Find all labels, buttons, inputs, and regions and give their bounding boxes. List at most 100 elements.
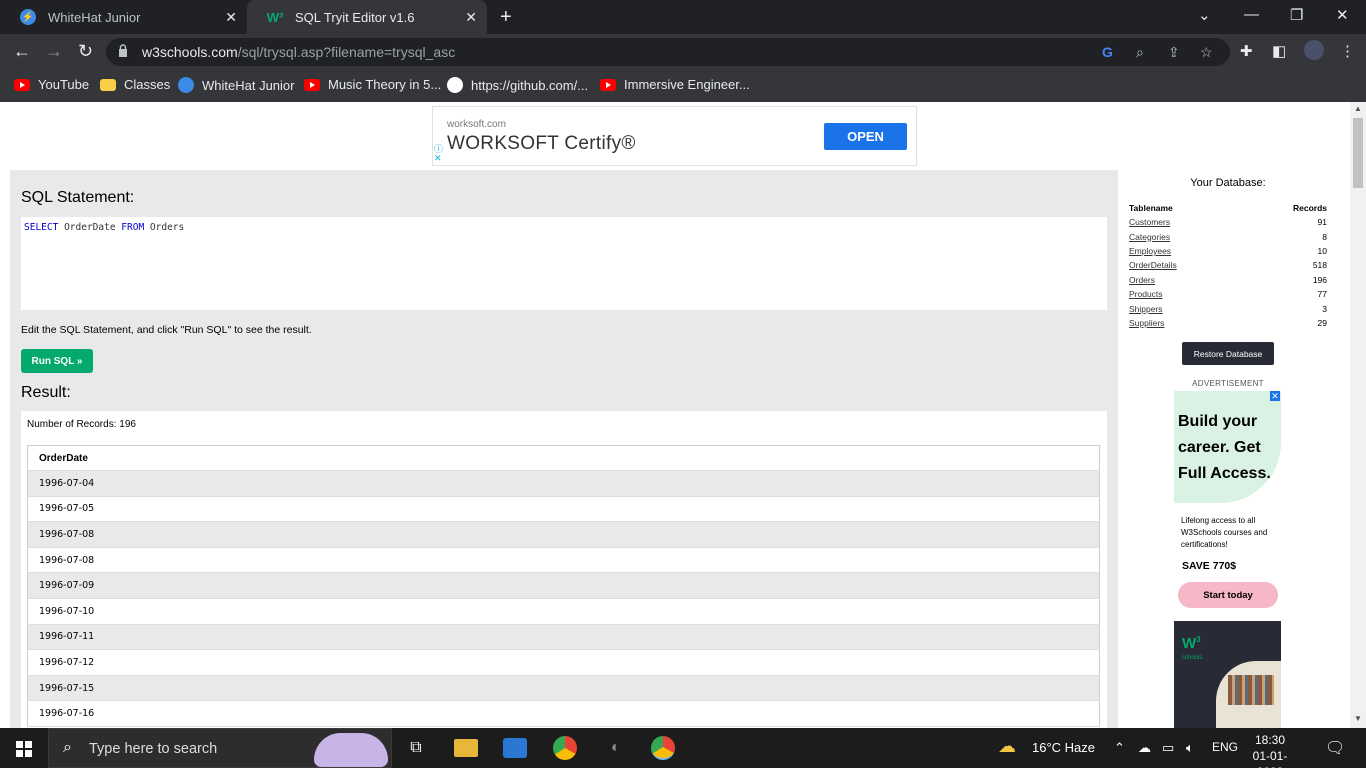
tray-chevron-icon[interactable]: ⌃ (1114, 740, 1125, 756)
task-view-icon[interactable]: ⧉ (404, 736, 428, 760)
table-link-orderdetails[interactable]: OrderDetails (1129, 260, 1177, 270)
restore-icon[interactable]: ❐ (1290, 6, 1303, 24)
menu-icon[interactable]: ⋮ (1340, 42, 1355, 60)
bookmark-music-theory[interactable]: Music Theory in 5... (304, 77, 441, 92)
bookmark-classes[interactable]: Classes (100, 77, 170, 92)
windows-start-icon[interactable] (16, 741, 32, 757)
bookmark-whitehat[interactable]: WhiteHat Junior (178, 77, 294, 93)
onedrive-icon[interactable]: ☁ (1138, 740, 1151, 756)
order-date-cell: 1996-07-04 (27, 470, 1100, 497)
tablename-cell: Employees (1129, 244, 1245, 258)
adchoices-icon[interactable]: ⓘ ✕ (434, 145, 443, 163)
order-date-cell: 1996-07-08 (27, 521, 1100, 548)
database-title: Your Database: (1190, 177, 1266, 189)
table-row: 1996-07-11 (27, 624, 1100, 651)
search-highlight-image (314, 733, 388, 767)
order-date-cell: 1996-07-15 (27, 675, 1100, 702)
profile-avatar[interactable] (1304, 40, 1324, 60)
address-bar[interactable]: w3schools.com/sql/trysql.asp?filename=tr… (106, 38, 1230, 66)
bookmark-star-icon[interactable]: ☆ (1200, 44, 1213, 61)
weather-icon[interactable]: ☁ (998, 736, 1016, 757)
sql-keyword: FROM (121, 222, 145, 233)
sql-code-editor[interactable]: SELECT OrderDate FROM Orders (21, 217, 1107, 310)
system-clock[interactable]: 18:30 01-01-2023 (1240, 732, 1300, 768)
ad-open-button[interactable]: OPEN (824, 123, 907, 150)
side-advertisement[interactable]: ✕ Build your career. Get Full Access. Li… (1174, 391, 1281, 728)
reload-icon[interactable]: ↻ (78, 41, 93, 62)
close-tab-icon[interactable]: ✕ (465, 9, 477, 26)
scrollbar-thumb[interactable] (1353, 118, 1363, 188)
bookmark-immersive[interactable]: Immersive Engineer... (600, 77, 750, 92)
top-advertisement[interactable]: worksoft.com WORKSOFT Certify® OPEN ⓘ ✕ (432, 106, 917, 166)
scroll-up-icon[interactable]: ▲ (1354, 104, 1362, 113)
start-today-button[interactable]: Start today (1178, 582, 1278, 608)
table-link-orders[interactable]: Orders (1129, 275, 1155, 285)
table-link-products[interactable]: Products (1129, 289, 1163, 299)
database-row: Orders 196 (1129, 273, 1327, 287)
scroll-down-icon[interactable]: ▼ (1354, 714, 1362, 723)
minimize-icon[interactable]: — (1244, 6, 1259, 23)
order-date-cell: 1996-07-10 (27, 598, 1100, 625)
mouse-app-icon[interactable]: ◖ (602, 736, 626, 760)
table-link-categories[interactable]: Categories (1129, 232, 1170, 242)
ad-save-text: SAVE 770$ (1182, 560, 1237, 572)
database-rows: Customers 91 Categories 8 Employees 10 OrderDe… (1129, 215, 1327, 330)
zoom-icon[interactable]: ⌕ (1136, 44, 1144, 61)
clock-date: 01-01-2023 (1252, 749, 1288, 768)
ad-close-icon[interactable]: ✕ (1270, 391, 1280, 401)
language-indicator[interactable]: ENG (1212, 740, 1238, 754)
run-sql-button[interactable]: Run SQL » (21, 349, 93, 373)
table-link-employees[interactable]: Employees (1129, 246, 1171, 256)
record-count: Number of Records: 196 (27, 419, 136, 430)
network-icon[interactable]: ▭ (1162, 740, 1174, 756)
table-link-customers[interactable]: Customers (1129, 217, 1170, 227)
tab-whitehat[interactable]: ⚡ WhiteHat Junior ✕ (0, 0, 247, 34)
table-row: 1996-07-04 (27, 470, 1100, 497)
vertical-scrollbar[interactable]: ▲ ▼ (1350, 102, 1366, 728)
close-tab-icon[interactable]: ✕ (225, 9, 237, 26)
table-row: 1996-07-05 (27, 496, 1100, 523)
ad-headline: Build your career. Get Full Access. (1178, 409, 1271, 487)
ad-headline-line: Full Access. (1178, 465, 1271, 482)
w3schools-icon: W³ (266, 9, 284, 25)
new-tab-icon[interactable]: + (500, 6, 512, 29)
taskbar-search[interactable]: ⌕ Type here to search (48, 728, 392, 768)
clock-time: 18:30 (1254, 733, 1286, 747)
restore-database-button[interactable]: Restore Database (1182, 342, 1274, 365)
chrome-active-icon[interactable] (651, 736, 675, 760)
github-icon (447, 77, 463, 93)
url-domain: w3schools.com (142, 44, 238, 60)
tablename-cell: Shippers (1129, 301, 1245, 315)
side-panel-icon[interactable]: ◧ (1272, 42, 1286, 60)
table-row: 1996-07-16 (27, 700, 1100, 727)
column-header: OrderDate (27, 445, 1100, 471)
notifications-icon[interactable]: 🗨︎ (1325, 738, 1345, 758)
database-row: Products 77 (1129, 287, 1327, 301)
bookmark-label: WhiteHat Junior (202, 77, 295, 93)
weather-text[interactable]: 16°C Haze (1032, 740, 1095, 755)
share-icon[interactable]: ⇪ (1168, 44, 1180, 61)
chrome-icon[interactable] (553, 736, 577, 760)
result-table: OrderDate 1996-07-04 1996-07-05 1996-07-08… (27, 445, 1100, 727)
table-link-shippers[interactable]: Shippers (1129, 304, 1163, 314)
browser-toolbar: ← → ↻ w3schools.com/sql/trysql.asp?filen… (0, 34, 1366, 70)
volume-icon[interactable]: 🔈︎ (1186, 740, 1194, 756)
tab-search-icon[interactable]: ⌄ (1198, 6, 1211, 24)
tablename-cell: Customers (1129, 215, 1245, 229)
extensions-icon[interactable]: ✚ (1240, 42, 1253, 60)
google-icon[interactable]: G (1102, 44, 1113, 60)
bookmark-github[interactable]: https://github.com/... (447, 77, 588, 93)
w3schools-logo: W3 (1182, 635, 1201, 652)
forward-icon[interactable]: → (45, 41, 63, 62)
whitehat-icon: ⚡ (20, 9, 36, 25)
microsoft-store-icon[interactable] (503, 738, 527, 758)
back-icon[interactable]: ← (13, 41, 31, 62)
close-window-icon[interactable]: ✕ (1336, 6, 1349, 24)
windows-taskbar: ⌕ Type here to search ⧉ ◖ ☁ 16°C Haze ⌃ … (0, 728, 1366, 768)
table-link-suppliers[interactable]: Suppliers (1129, 318, 1164, 328)
tablename-cell: OrderDetails (1129, 258, 1245, 272)
file-explorer-icon[interactable] (454, 739, 478, 757)
tab-sql-tryit[interactable]: W³ SQL Tryit Editor v1.6 ✕ (247, 0, 487, 34)
bookmark-youtube[interactable]: YouTube (14, 77, 89, 92)
order-date-cell: 1996-07-11 (27, 624, 1100, 651)
